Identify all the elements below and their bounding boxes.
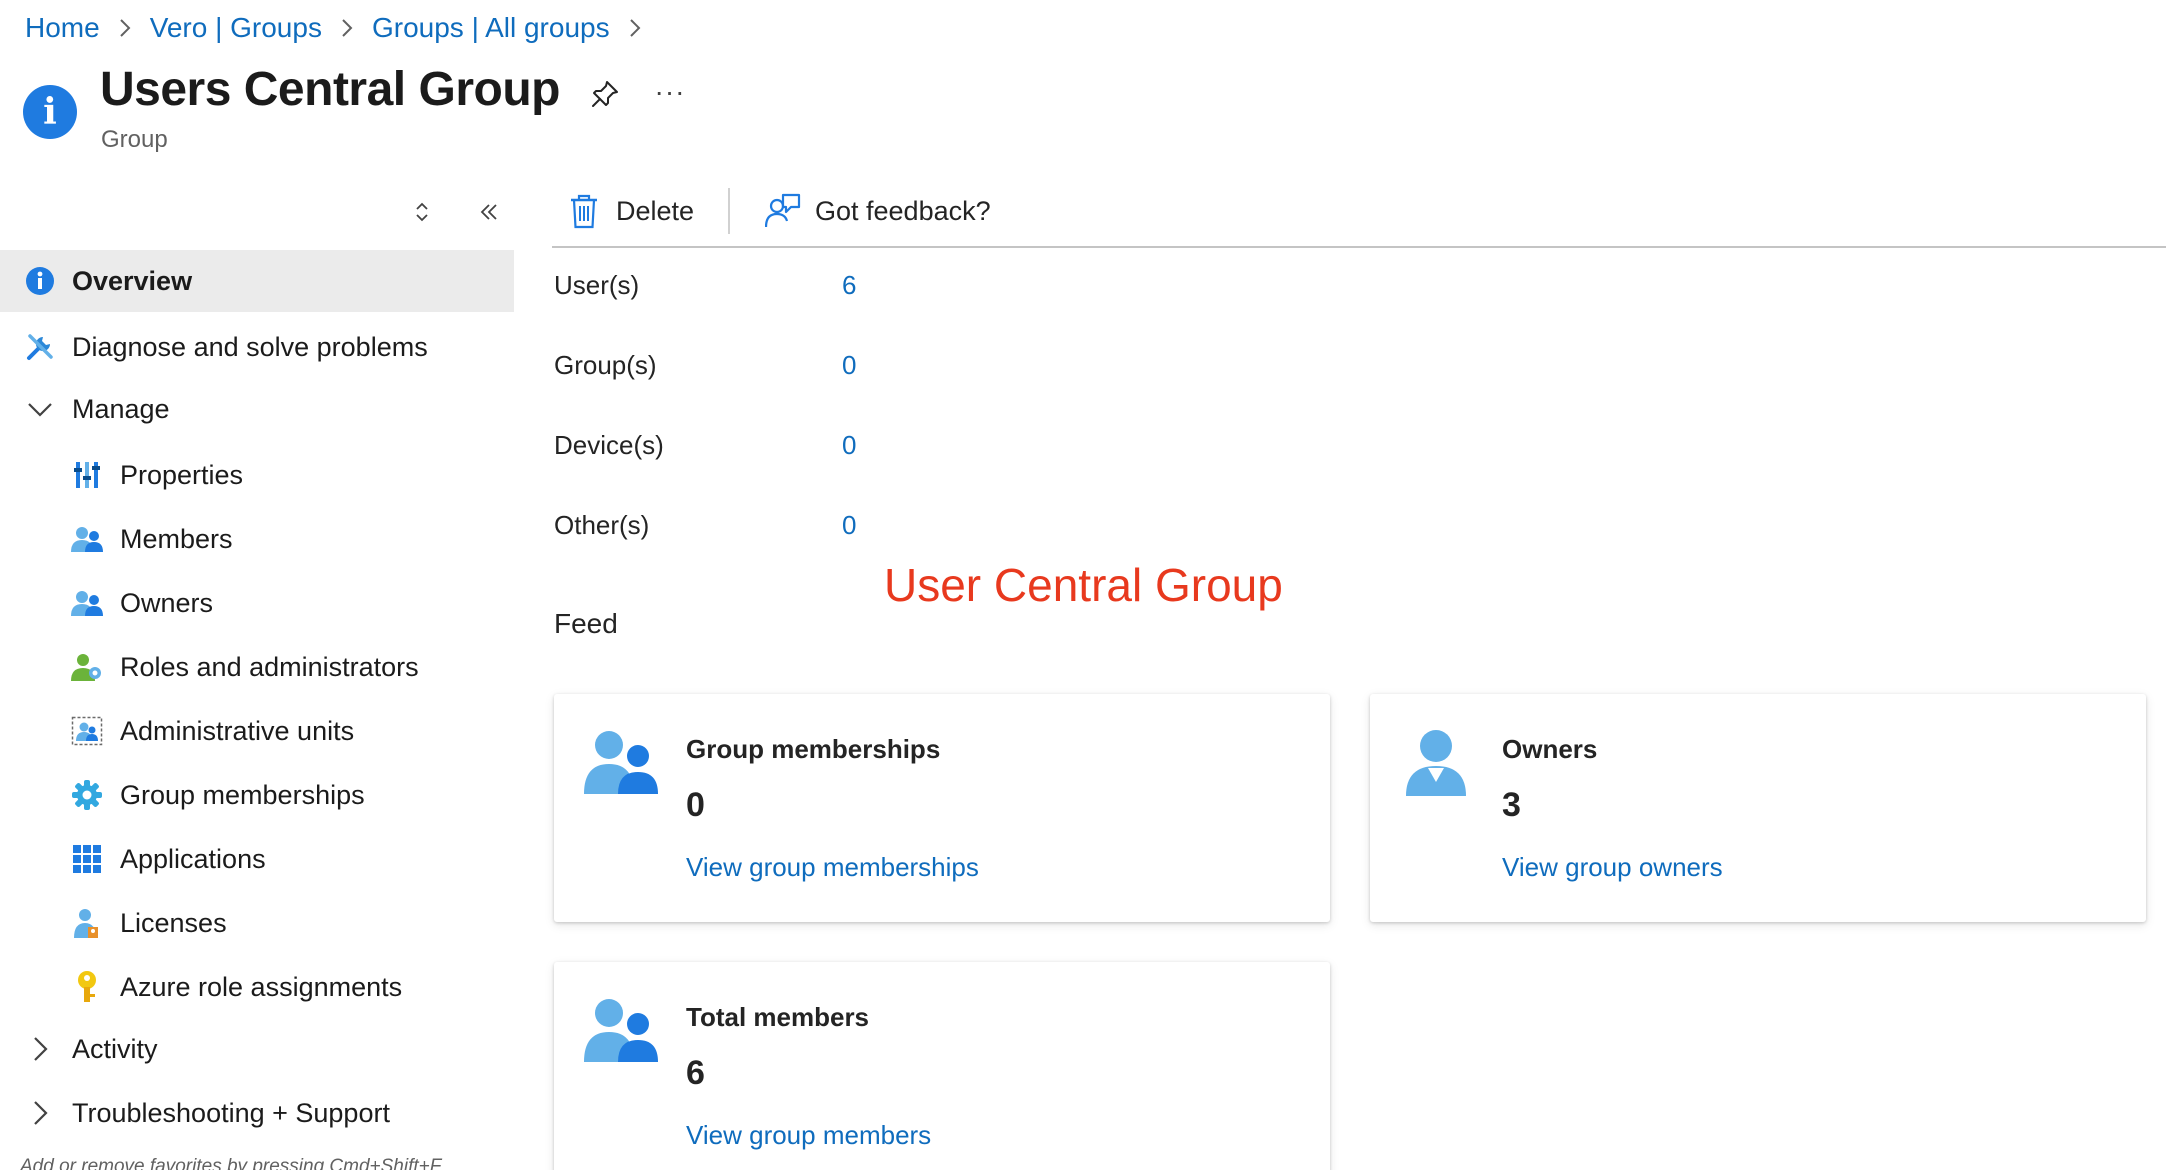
breadcrumb: Home Vero | Groups Groups | All groups — [25, 10, 660, 46]
sidebar-item-diagnose[interactable]: Diagnose and solve problems — [0, 316, 514, 378]
chevron-right-icon — [23, 1032, 57, 1066]
sort-updown-icon[interactable] — [407, 197, 437, 227]
sidebar-item-members[interactable]: Members — [0, 508, 514, 570]
feedback-icon — [765, 191, 801, 231]
roles-icon — [70, 650, 104, 684]
group-users-icon — [582, 996, 658, 1064]
chevron-right-icon — [628, 17, 642, 39]
devices-count-label: Device(s) — [554, 430, 664, 460]
more-options-icon[interactable]: ··· — [652, 74, 688, 110]
view-group-memberships-link[interactable]: View group memberships — [686, 852, 979, 883]
sidebar-item-properties[interactable]: Properties — [0, 444, 514, 506]
others-count-link[interactable]: 0 — [842, 510, 856, 541]
sidebar-item-manage[interactable]: Manage — [0, 378, 514, 440]
sidebar-item-azure-role-assignments[interactable]: Azure role assignments — [0, 956, 514, 1018]
total-members-card: Total members 6 View group members — [554, 962, 1330, 1170]
delete-label: Delete — [616, 195, 695, 226]
apps-grid-icon — [70, 842, 104, 876]
sidebar-item-label: Roles and administrators — [120, 651, 419, 682]
sidebar-item-label: Activity — [72, 1033, 158, 1064]
sidebar-item-activity[interactable]: Activity — [0, 1018, 514, 1080]
sidebar-item-label: Diagnose and solve problems — [72, 331, 428, 362]
sidebar-item-label: Properties — [120, 459, 244, 490]
pin-icon[interactable] — [587, 76, 623, 112]
sidebar-item-label: Licenses — [120, 907, 227, 938]
card-value: 6 — [686, 1054, 705, 1092]
wrench-icon — [23, 330, 57, 364]
card-value: 0 — [686, 786, 705, 824]
sidebar-item-label: Members — [120, 523, 233, 554]
sidebar-item-label: Azure role assignments — [120, 971, 403, 1002]
info-icon — [23, 264, 57, 298]
page-title: Users Central Group — [100, 63, 560, 116]
delete-button[interactable]: Delete — [566, 186, 694, 236]
card-title: Total members — [686, 1002, 870, 1032]
sidebar-item-troubleshooting[interactable]: Troubleshooting + Support — [0, 1082, 514, 1144]
feedback-button[interactable]: Got feedback? — [765, 186, 991, 236]
feedback-label: Got feedback? — [815, 195, 991, 226]
card-title: Owners — [1502, 734, 1598, 764]
sidebar-item-label: Group memberships — [120, 779, 365, 810]
owners-card: Owners 3 View group owners — [1370, 694, 2146, 922]
users-count-link[interactable]: 6 — [842, 270, 856, 301]
breadcrumb-all-groups[interactable]: Groups | All groups — [372, 12, 610, 44]
annotation-text: User Central Group — [884, 559, 1283, 611]
groups-count-link[interactable]: 0 — [842, 350, 856, 381]
toolbar-divider — [728, 188, 730, 234]
chevron-right-icon — [23, 1096, 57, 1130]
sidebar-item-roles[interactable]: Roles and administrators — [0, 636, 514, 698]
sidebar-item-overview[interactable]: Overview — [0, 250, 514, 312]
group-users-icon — [582, 728, 658, 796]
toolbar-separator — [552, 246, 2166, 248]
user-icon — [1398, 728, 1474, 796]
sidebar-item-owners[interactable]: Owners — [0, 572, 514, 634]
licenses-icon — [70, 906, 104, 940]
sidebar-item-group-memberships[interactable]: Group memberships — [0, 764, 514, 826]
page-subtitle: Group — [101, 126, 168, 153]
group-memberships-card: Group memberships 0 View group membershi… — [554, 694, 1330, 922]
owners-icon — [70, 586, 104, 620]
trash-icon — [566, 191, 602, 231]
view-group-members-link[interactable]: View group members — [686, 1120, 931, 1151]
sidebar-item-label: Troubleshooting + Support — [72, 1097, 390, 1128]
gear-icon — [70, 778, 104, 812]
sidebar-item-label: Applications — [120, 843, 266, 874]
users-count-label: User(s) — [554, 270, 640, 300]
card-value: 3 — [1502, 786, 1521, 824]
card-title: Group memberships — [686, 734, 941, 764]
sidebar-item-label: Overview — [72, 265, 193, 296]
groups-count-label: Group(s) — [554, 350, 657, 380]
sidebar-item-label: Administrative units — [120, 715, 355, 746]
sidebar-item-label: Owners — [120, 587, 214, 618]
others-count-label: Other(s) — [554, 510, 650, 540]
info-icon: i — [23, 85, 77, 139]
breadcrumb-vero-groups[interactable]: Vero | Groups — [150, 12, 322, 44]
devices-count-link[interactable]: 0 — [842, 430, 856, 461]
sidebar-item-label: Manage — [72, 393, 170, 424]
admin-units-icon — [70, 714, 104, 748]
chevron-down-icon — [23, 392, 57, 426]
sidebar-item-admin-units[interactable]: Administrative units — [0, 700, 514, 762]
sidebar-item-licenses[interactable]: Licenses — [0, 892, 514, 954]
chevron-right-icon — [118, 17, 132, 39]
members-icon — [70, 522, 104, 556]
collapse-sidebar-icon[interactable] — [474, 197, 504, 227]
feed-title: Feed — [554, 608, 618, 639]
breadcrumb-home[interactable]: Home — [25, 12, 100, 44]
chevron-right-icon — [340, 17, 354, 39]
key-icon — [70, 970, 104, 1004]
favorites-hint: Add or remove favorites by pressing Cmd+… — [20, 1156, 442, 1170]
properties-icon — [70, 458, 104, 492]
view-group-owners-link[interactable]: View group owners — [1502, 852, 1723, 883]
sidebar-item-applications[interactable]: Applications — [0, 828, 514, 890]
